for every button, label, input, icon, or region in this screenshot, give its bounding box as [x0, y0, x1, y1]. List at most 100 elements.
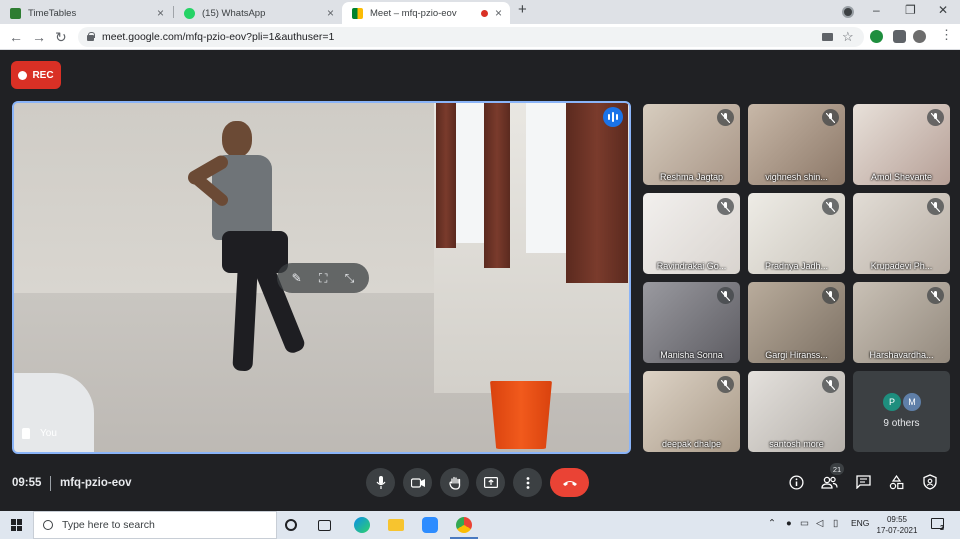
- microphone-button[interactable]: [366, 468, 395, 497]
- others-avatars: P M: [883, 393, 923, 411]
- tab-title: (15) WhatsApp: [202, 7, 266, 19]
- participant-tile[interactable]: Krupadevi Ph...: [853, 193, 950, 274]
- camera-button[interactable]: [403, 468, 432, 497]
- maximize-button[interactable]: ❐: [905, 3, 916, 17]
- participant-tile[interactable]: vighnesh shin...: [748, 104, 845, 185]
- taskbar-clock[interactable]: 09:55 17-07-2021: [874, 514, 920, 536]
- show-hidden-icons-icon[interactable]: ⌃: [768, 518, 776, 529]
- meeting-details-icon[interactable]: [786, 472, 806, 492]
- clock-date: 17-07-2021: [876, 526, 918, 535]
- participant-tile[interactable]: Harshavardha...: [853, 282, 950, 363]
- participant-name: deepak dhalpe: [661, 439, 722, 449]
- mic-off-icon: [717, 376, 734, 393]
- participant-name: Amol Shevante: [870, 172, 933, 182]
- people-count-badge: 21: [830, 463, 844, 475]
- hang-up-icon: [562, 480, 577, 486]
- participant-name: Ravindrakai Go...: [656, 261, 727, 271]
- tab-title: Meet – mfq-pzio-eov: [370, 7, 457, 19]
- fullscreen-icon[interactable]: ⛶: [319, 271, 327, 286]
- minimize-tile-icon[interactable]: ⤡: [345, 271, 355, 286]
- puzzle-icon[interactable]: [893, 30, 906, 43]
- zoom-icon[interactable]: [422, 517, 438, 533]
- close-tab-icon[interactable]: ×: [327, 6, 334, 20]
- participant-name: Reshma Jagtap: [659, 172, 724, 182]
- task-view-icon[interactable]: [318, 520, 331, 531]
- chat-icon[interactable]: [853, 472, 873, 492]
- close-tab-icon[interactable]: ×: [157, 6, 164, 20]
- tab-whatsapp[interactable]: (15) WhatsApp ×: [174, 2, 342, 24]
- forward-icon[interactable]: →: [32, 28, 46, 46]
- file-explorer-icon[interactable]: [388, 519, 404, 531]
- more-options-button[interactable]: [513, 468, 542, 497]
- microphone-tray-icon[interactable]: ●: [786, 518, 792, 529]
- profile-avatar[interactable]: [913, 30, 926, 43]
- mic-off-icon: [927, 287, 944, 304]
- activities-icon[interactable]: [886, 472, 906, 492]
- curtain: [566, 103, 628, 283]
- leave-call-button[interactable]: [550, 468, 589, 497]
- others-tile[interactable]: P M 9 others: [853, 371, 950, 452]
- participant-tile[interactable]: Pradnya Jadh...: [748, 193, 845, 274]
- participant-name: Pradnya Jadh...: [764, 261, 829, 271]
- participant-name: Gargi Hiranss...: [765, 350, 828, 360]
- main-video-tile[interactable]: ✎ ⛶ ⤡ You: [12, 101, 631, 454]
- curtain: [436, 103, 456, 248]
- windows-start-icon[interactable]: [11, 519, 23, 531]
- recording-badge[interactable]: REC: [11, 61, 61, 89]
- participant-tile[interactable]: deepak dhalpe: [643, 371, 740, 452]
- participant-name: vighnesh shin...: [765, 172, 828, 182]
- orange-bucket: [490, 381, 552, 449]
- chrome-icon[interactable]: [456, 517, 472, 533]
- tab-timetables[interactable]: TimeTables ×: [0, 2, 172, 24]
- meeting-time: 09:55: [12, 477, 42, 489]
- participant-tile[interactable]: Amol Shevante: [853, 104, 950, 185]
- raise-hand-button[interactable]: [440, 468, 469, 497]
- taskbar-search-box[interactable]: Type here to search: [33, 511, 277, 539]
- cortana-icon[interactable]: [285, 519, 297, 531]
- browser-tab-bar: TimeTables × (15) WhatsApp × Meet – mfq-…: [0, 0, 960, 24]
- participant-tile[interactable]: Gargi Hiranss...: [748, 282, 845, 363]
- battery-icon[interactable]: ▯: [833, 518, 838, 529]
- mic-off-icon: [822, 109, 839, 126]
- back-icon[interactable]: ←: [9, 28, 23, 46]
- account-icon[interactable]: [842, 6, 854, 18]
- pin-icon[interactable]: [22, 428, 30, 439]
- browser-menu-icon[interactable]: ⋮: [940, 28, 953, 41]
- meeting-code: mfq-pzio-eov: [60, 477, 132, 489]
- participant-tile[interactable]: santosh more: [748, 371, 845, 452]
- minimize-button[interactable]: –: [873, 3, 880, 17]
- tab-meet[interactable]: Meet – mfq-pzio-eov ×: [342, 2, 510, 24]
- present-screen-button[interactable]: [476, 468, 505, 497]
- host-controls-icon[interactable]: [920, 472, 940, 492]
- recording-indicator-icon: [481, 10, 488, 17]
- url-field[interactable]: meet.google.com/mfq-pzio-eov?pli=1&authu…: [78, 27, 864, 47]
- participant-tile[interactable]: Reshma Jagtap: [643, 104, 740, 185]
- network-icon[interactable]: ▭: [800, 518, 809, 529]
- close-window-button[interactable]: ✕: [938, 3, 948, 17]
- extension-icon[interactable]: [870, 30, 883, 43]
- search-icon: [43, 520, 53, 530]
- new-tab-button[interactable]: +: [518, 1, 527, 18]
- mic-off-icon: [717, 198, 734, 215]
- bookmark-star-icon[interactable]: ☆: [842, 28, 854, 46]
- volume-icon[interactable]: ◁: [816, 518, 823, 529]
- edge-icon[interactable]: [354, 517, 370, 533]
- avatar: P: [883, 393, 901, 411]
- clock-time: 09:55: [886, 515, 908, 524]
- notification-count: 2: [940, 525, 944, 532]
- hand-icon: [448, 476, 460, 490]
- mic-off-icon: [822, 198, 839, 215]
- participant-name: santosh more: [769, 439, 824, 449]
- mic-off-icon: [717, 109, 734, 126]
- pin-icon[interactable]: ✎: [292, 271, 302, 285]
- participant-name: Manisha Sonna: [660, 350, 723, 360]
- close-tab-icon[interactable]: ×: [495, 6, 502, 20]
- participant-tile[interactable]: Manisha Sonna: [643, 282, 740, 363]
- participant-tile[interactable]: Ravindrakai Go...: [643, 193, 740, 274]
- language-indicator[interactable]: ENG: [851, 518, 869, 528]
- tile-actions-overlay: ✎ ⛶ ⤡: [277, 263, 369, 293]
- people-icon[interactable]: [819, 472, 839, 492]
- tab-title: TimeTables: [28, 7, 77, 19]
- reload-icon[interactable]: ↻: [55, 28, 67, 46]
- camera-in-use-icon[interactable]: [822, 33, 833, 41]
